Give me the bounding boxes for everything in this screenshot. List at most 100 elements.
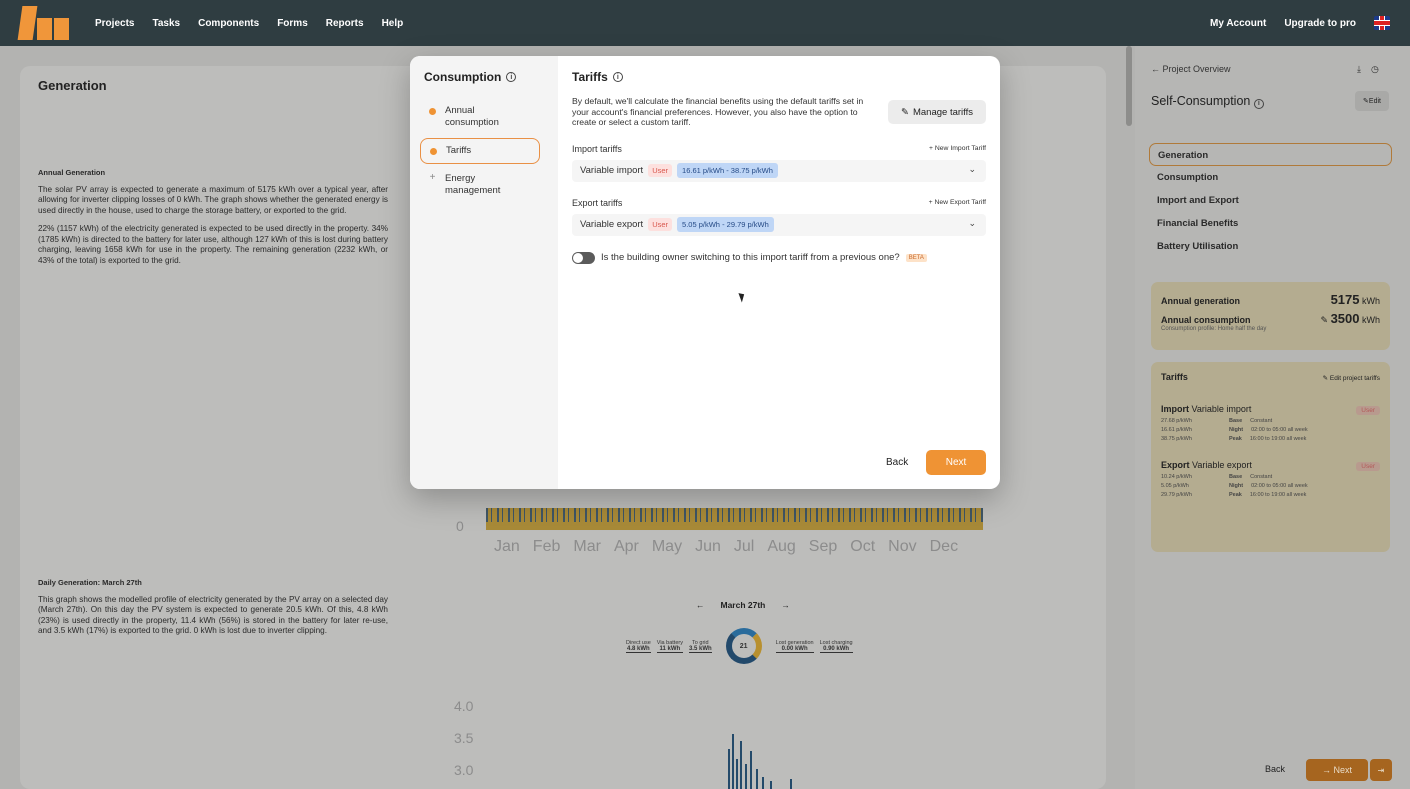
export-tariffs-label: Export tariffs xyxy=(572,197,623,208)
menu-battery-utilisation[interactable]: Battery Utilisation xyxy=(1149,235,1392,258)
import-tariffs-header: Import tariffs + New Import Tariff xyxy=(572,144,986,154)
annual-summary-card: Annual generation 5175 kWh Annual consum… xyxy=(1151,282,1390,350)
modal-title: Tariffs i xyxy=(572,70,986,84)
menu-import-export[interactable]: Import and Export xyxy=(1149,189,1392,212)
new-import-tariff-link[interactable]: + New Import Tariff xyxy=(929,145,986,152)
month-label: Sep xyxy=(808,538,838,555)
user-badge: User xyxy=(1356,462,1380,471)
month-label: Apr xyxy=(613,538,639,555)
generation-title: Generation xyxy=(38,78,107,93)
tariff-switch-row: Is the building owner switching to this … xyxy=(572,251,986,264)
pencil-icon: ✎ xyxy=(901,106,909,118)
right-next-button[interactable]: → Next xyxy=(1306,759,1368,781)
step-annual-consumption[interactable]: Annual consumption xyxy=(420,100,540,134)
nav-upgrade[interactable]: Upgrade to pro xyxy=(1284,18,1356,29)
nav-help[interactable]: Help xyxy=(382,18,404,29)
nav-forms[interactable]: Forms xyxy=(277,18,308,29)
daily-stats: Direct use 4.8 kWh Via battery 11 kWh To g… xyxy=(626,628,853,664)
stat-direct-use: Direct use 4.8 kWh xyxy=(626,639,651,653)
modal-back-button[interactable]: Back xyxy=(886,457,908,468)
consumption-profile: Consumption profile: Home half the day xyxy=(1161,326,1267,332)
export-tariff-select[interactable]: Variable export User 5.05 p/kWh - 29.79 … xyxy=(572,213,986,236)
edit-project-tariffs-link[interactable]: ✎ Edit project tariffs xyxy=(1323,374,1380,382)
tariffs-card-title: Tariffs xyxy=(1161,372,1188,382)
info-icon[interactable]: i xyxy=(612,72,623,82)
month-label: Dec xyxy=(929,538,959,555)
annual-chart-months: Jan Feb Mar Apr May Jun Jul Aug Sep Oct … xyxy=(494,538,958,556)
modal-side-title: Consumption i xyxy=(424,70,544,84)
export-tariffs-header: Export tariffs + New Export Tariff xyxy=(572,198,986,208)
month-label: Feb xyxy=(532,538,561,555)
daily-generation-heading: Daily Generation: March 27th xyxy=(38,578,142,587)
pencil-icon[interactable]: ✎ xyxy=(1321,315,1329,325)
right-panel-title: Self-Consumption i xyxy=(1151,94,1264,109)
annual-generation-text: Annual Generation The solar PV array is … xyxy=(38,168,388,274)
user-badge: User xyxy=(648,164,673,177)
project-overview-link[interactable]: ← Project Overview xyxy=(1151,64,1391,74)
step-energy-management[interactable]: + Energy management xyxy=(420,168,540,202)
tariff-range-badge: 5.05 p/kWh - 29.79 p/kWh xyxy=(677,217,774,232)
y-tick: 3.5 xyxy=(454,730,474,746)
tariff-switch-toggle[interactable] xyxy=(572,251,595,264)
stat-via-battery: Via battery 11 kWh xyxy=(656,639,683,653)
nav-right: My Account Upgrade to pro xyxy=(1210,16,1390,30)
next-date-button[interactable]: → xyxy=(781,600,790,610)
menu-financial-benefits[interactable]: Financial Benefits xyxy=(1149,212,1392,235)
modal-steps-sidebar: Consumption i Annual consumption Tariffs… xyxy=(410,56,558,489)
tariff-range-badge: 16.61 p/kWh - 38.75 p/kWh xyxy=(677,163,778,178)
month-label: Jul xyxy=(733,538,755,555)
annual-generation-label: Annual generation xyxy=(1161,296,1241,306)
app-logo[interactable] xyxy=(17,6,69,40)
modal-next-button[interactable]: Next xyxy=(926,450,986,475)
info-icon[interactable]: i xyxy=(1253,98,1264,109)
annual-chart-series xyxy=(486,508,983,522)
nav-components[interactable]: Components xyxy=(198,18,259,29)
import-tariff-select[interactable]: Variable import User 16.61 p/kWh - 38.75… xyxy=(572,159,986,182)
page-scrollbar[interactable] xyxy=(1126,46,1132,126)
nav-my-account[interactable]: My Account xyxy=(1210,18,1266,29)
menu-consumption[interactable]: Consumption xyxy=(1149,166,1392,189)
daily-chart-bars xyxy=(710,726,830,789)
annual-generation-heading: Annual Generation xyxy=(38,168,106,177)
month-label: Aug xyxy=(767,538,796,555)
right-panel: ← Project Overview ⤓◷ Self-Consumption i… xyxy=(1135,46,1410,789)
menu-generation[interactable]: Generation xyxy=(1149,143,1392,166)
step-tariffs[interactable]: Tariffs xyxy=(420,138,540,164)
step-active-icon xyxy=(430,148,437,155)
beta-badge: BETA xyxy=(905,253,927,262)
right-back-button[interactable]: Back xyxy=(1265,764,1285,774)
plus-icon: + xyxy=(429,172,436,183)
new-export-tariff-link[interactable]: + New Export Tariff xyxy=(929,199,986,206)
daily-generation-text: Daily Generation: March 27th This graph … xyxy=(38,578,388,645)
prev-date-button[interactable]: ← xyxy=(696,600,705,610)
chevron-down-icon: ⌄ xyxy=(968,163,976,174)
month-label: Nov xyxy=(888,538,917,555)
download-and-help-icons[interactable]: ⤓◷ xyxy=(1357,64,1389,75)
date-navigator: ← March 27th → xyxy=(696,600,790,610)
tariffs-intro: By default, we'll calculate the financia… xyxy=(572,96,864,127)
modal-content: Tariffs i By default, we'll calculate th… xyxy=(558,56,1000,489)
chevron-down-icon: ⌄ xyxy=(968,217,976,228)
month-label: Jun xyxy=(695,538,721,555)
month-label: Oct xyxy=(850,538,876,555)
user-badge: User xyxy=(1356,406,1380,415)
month-label: Mar xyxy=(573,538,601,555)
nav-tasks[interactable]: Tasks xyxy=(152,18,180,29)
right-panel-footer: Back → Next ⇥ xyxy=(1135,746,1410,789)
skip-icon[interactable]: ⇥ xyxy=(1370,759,1392,781)
nav-projects[interactable]: Projects xyxy=(95,18,134,29)
edit-button[interactable]: ✎ Edit xyxy=(1355,91,1389,111)
user-badge: User xyxy=(648,218,673,231)
nav-links: Projects Tasks Components Forms Reports … xyxy=(95,18,403,29)
nav-reports[interactable]: Reports xyxy=(326,18,364,29)
uk-flag-icon[interactable] xyxy=(1374,16,1390,30)
manage-tariffs-button[interactable]: ✎ Manage tariffs xyxy=(888,100,986,124)
stat-lost-generation: Lost generation 0.00 kWh xyxy=(775,639,814,653)
month-label: Jan xyxy=(494,538,520,555)
daily-donut: 21 xyxy=(725,628,762,664)
tariff-switch-question: Is the building owner switching to this … xyxy=(601,252,900,263)
right-panel-menu: Generation Consumption Import and Export… xyxy=(1149,143,1392,258)
month-label: May xyxy=(651,538,683,555)
stat-lost-charging: Lost charging 0.90 kWh xyxy=(819,639,853,653)
info-icon[interactable]: i xyxy=(506,72,517,82)
